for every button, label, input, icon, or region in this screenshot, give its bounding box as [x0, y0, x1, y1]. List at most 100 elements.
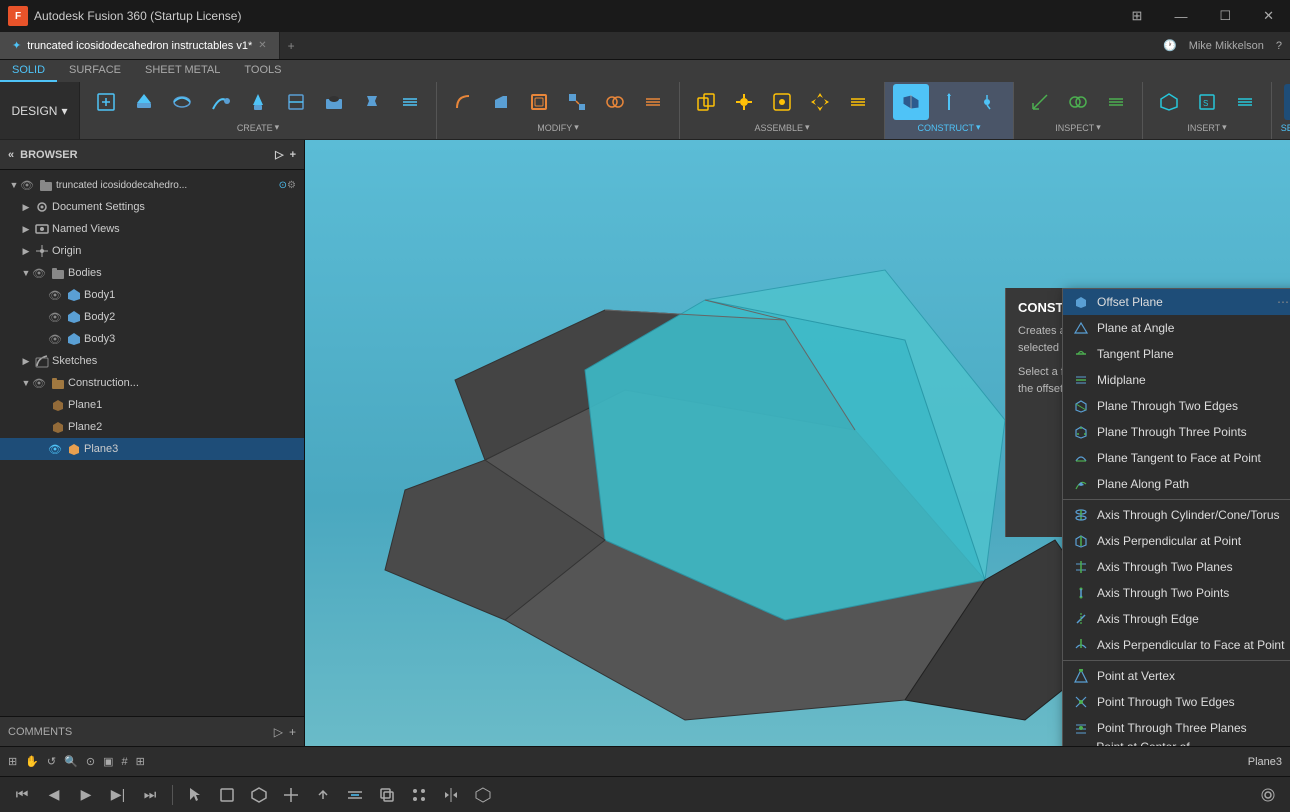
first-frame-button[interactable]: ⏮ [8, 781, 36, 809]
zoom-icon[interactable]: 🔍 [64, 755, 78, 768]
view-cube-button[interactable] [469, 781, 497, 809]
viewport[interactable]: Offset Plane ⋯ Plane at Angle Tangent Pl… [305, 140, 1290, 746]
menu-item-plane-three-points[interactable]: Plane Through Three Points [1063, 419, 1290, 445]
eye-icon-body3[interactable]: 👁 [48, 332, 62, 346]
construct-point-button[interactable] [969, 84, 1005, 120]
shell-button[interactable] [521, 84, 557, 120]
fillet-button[interactable] [445, 84, 481, 120]
revolve-button[interactable] [164, 84, 200, 120]
eye-icon-plane3[interactable]: 👁 [48, 442, 62, 456]
tree-item-doc-settings[interactable]: ▶ Document Settings [0, 196, 304, 218]
history-button[interactable]: ⊞ [1124, 4, 1151, 28]
more-create-button[interactable] [392, 84, 428, 120]
tab-add-button[interactable]: + [280, 32, 303, 59]
scale-button[interactable] [559, 84, 595, 120]
as-built-joint-button[interactable] [764, 84, 800, 120]
settings-button[interactable] [1254, 781, 1282, 809]
more-modify-button[interactable] [635, 84, 671, 120]
tree-item-construction[interactable]: ▼ 👁 Construction... [0, 372, 304, 394]
tree-item-plane1[interactable]: ▶ Plane1 [0, 394, 304, 416]
menu-item-axis-two-points[interactable]: Axis Through Two Points [1063, 580, 1290, 606]
tab-solid[interactable]: SOLID [0, 60, 57, 82]
create-new-button[interactable] [88, 84, 124, 120]
hole-button[interactable] [316, 84, 352, 120]
joint-button[interactable] [726, 84, 762, 120]
more-inspect-button[interactable] [1098, 84, 1134, 120]
more-insert-button[interactable] [1227, 84, 1263, 120]
axis-tool-button[interactable] [277, 781, 305, 809]
select-tool-button[interactable] [181, 781, 209, 809]
tab-main-file[interactable]: ✦ truncated icosidodecahedron instructab… [0, 32, 280, 59]
eye-icon-root[interactable]: 👁 [20, 178, 34, 192]
interference-button[interactable] [1060, 84, 1096, 120]
pattern-button[interactable] [405, 781, 433, 809]
menu-item-plane-tangent-face[interactable]: Plane Tangent to Face at Point [1063, 445, 1290, 471]
menu-item-point-center-circle[interactable]: Point at Center of Circle/Sphere/Torus [1063, 741, 1290, 746]
play-button[interactable]: ▶ [72, 781, 100, 809]
tree-item-sketches[interactable]: ▶ Sketches [0, 350, 304, 372]
menu-item-plane-two-edges[interactable]: Plane Through Two Edges [1063, 393, 1290, 419]
display-mode-icon[interactable]: ▣ [103, 755, 113, 768]
combine-button[interactable] [597, 84, 633, 120]
rib-button[interactable] [278, 84, 314, 120]
sidebar-collapse-icon[interactable]: « [8, 149, 14, 161]
tree-item-body1[interactable]: ▶ 👁 Body1 [0, 284, 304, 306]
eye-icon-body1[interactable]: 👁 [48, 288, 62, 302]
menu-item-point-three-planes[interactable]: Point Through Three Planes [1063, 715, 1290, 741]
loft-button[interactable] [240, 84, 276, 120]
next-frame-button[interactable]: ▶| [104, 781, 132, 809]
tree-item-origin[interactable]: ▶ Origin [0, 240, 304, 262]
align-button[interactable] [341, 781, 369, 809]
design-button[interactable]: DESIGN ▾ [0, 82, 80, 139]
menu-item-axis-through-edge[interactable]: Axis Through Edge [1063, 606, 1290, 632]
extrude-button[interactable] [126, 84, 162, 120]
sketch-tool-button[interactable] [213, 781, 241, 809]
minimize-button[interactable]: — [1166, 5, 1195, 28]
tree-item-plane3[interactable]: ▶ 👁 Plane3 [0, 438, 304, 460]
eye-icon-bodies[interactable]: 👁 [32, 266, 46, 280]
move-button[interactable] [802, 84, 838, 120]
insert-svg-button[interactable]: S [1189, 84, 1225, 120]
move-tool-button[interactable] [309, 781, 337, 809]
eye-icon-body2[interactable]: 👁 [48, 310, 62, 324]
more-assemble-button[interactable] [840, 84, 876, 120]
menu-item-axis-perp-face[interactable]: Axis Perpendicular to Face at Point [1063, 632, 1290, 658]
last-frame-button[interactable]: ⏭ [136, 781, 164, 809]
insert-mesh-button[interactable] [1151, 84, 1187, 120]
sidebar-plus-icon[interactable]: + [290, 149, 296, 161]
menu-item-axis-cylinder[interactable]: Axis Through Cylinder/Cone/Torus [1063, 502, 1290, 528]
comments-add-icon[interactable]: + [289, 725, 296, 739]
menu-item-tangent-plane[interactable]: Tangent Plane [1063, 341, 1290, 367]
maximize-button[interactable]: ☐ [1211, 4, 1239, 28]
thread-button[interactable] [354, 84, 390, 120]
tree-item-plane2[interactable]: ▶ Plane2 [0, 416, 304, 438]
construct-plane-button[interactable] [893, 84, 929, 120]
grid-snap-icon[interactable]: ⊞ [136, 755, 145, 768]
offset-plane-more-icon[interactable]: ⋯ [1277, 295, 1289, 309]
grid-icon[interactable]: # [121, 756, 127, 768]
component-button[interactable] [245, 781, 273, 809]
menu-item-point-vertex[interactable]: Point at Vertex [1063, 663, 1290, 689]
sweep-button[interactable] [202, 84, 238, 120]
chamfer-button[interactable] [483, 84, 519, 120]
select-button[interactable] [1284, 84, 1290, 120]
copy-button[interactable] [373, 781, 401, 809]
menu-item-plane-along-path[interactable]: Plane Along Path [1063, 471, 1290, 497]
tab-surface[interactable]: SURFACE [57, 60, 133, 82]
measure-button[interactable] [1022, 84, 1058, 120]
tab-close-button[interactable]: ✕ [258, 40, 266, 51]
tab-tools[interactable]: TOOLS [232, 60, 293, 82]
prev-frame-button[interactable]: ◀ [40, 781, 68, 809]
tree-item-bodies[interactable]: ▼ 👁 Bodies [0, 262, 304, 284]
menu-item-axis-two-planes[interactable]: Axis Through Two Planes [1063, 554, 1290, 580]
help-icon[interactable]: ? [1276, 40, 1282, 52]
eye-icon-construction[interactable]: 👁 [32, 376, 46, 390]
construct-axis-button[interactable] [931, 84, 967, 120]
menu-item-offset-plane[interactable]: Offset Plane ⋯ [1063, 289, 1290, 315]
menu-item-axis-perp-point[interactable]: Axis Perpendicular at Point [1063, 528, 1290, 554]
pan-icon[interactable]: ✋ [25, 755, 39, 768]
new-component-button[interactable] [688, 84, 724, 120]
menu-item-point-two-edges[interactable]: Point Through Two Edges [1063, 689, 1290, 715]
tree-item-body3[interactable]: ▶ 👁 Body3 [0, 328, 304, 350]
menu-item-plane-at-angle[interactable]: Plane at Angle [1063, 315, 1290, 341]
